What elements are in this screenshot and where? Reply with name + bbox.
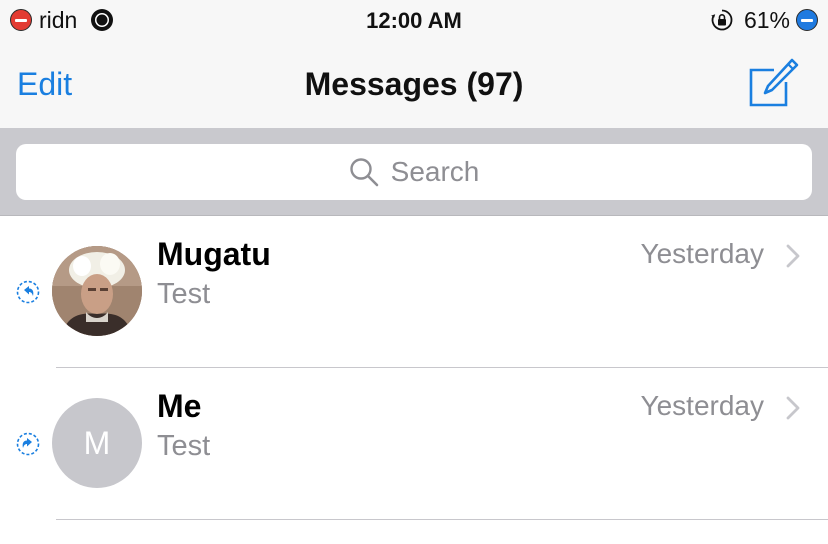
status-bar: ridn 12:00 AM 61% [0, 0, 828, 40]
rotation-lock-icon [711, 9, 733, 31]
avatar-photo-icon [52, 246, 142, 336]
nav-bar: Edit Messages (97) [0, 40, 828, 128]
search-inner: Search [16, 144, 812, 200]
avatar [52, 246, 142, 336]
page-title: Messages (97) [304, 66, 524, 102]
conversation-row[interactable]: M Me Test Yesterday [0, 368, 828, 520]
chevron-right-icon [786, 396, 800, 420]
message-preview: Test [157, 278, 211, 310]
timestamp: Yesterday [640, 238, 765, 269]
compose-icon[interactable] [748, 58, 800, 108]
message-preview: Test [157, 430, 211, 462]
search-icon [349, 158, 378, 187]
search-area: Search [0, 128, 828, 216]
avatar: M [52, 398, 142, 488]
status-time: 12:00 AM [366, 8, 462, 33]
search-input[interactable]: Search [16, 144, 812, 200]
replied-icon [16, 280, 40, 304]
forwarded-icon [16, 432, 40, 456]
blue-status-icon [796, 9, 818, 31]
conversation-row[interactable]: Mugatu Test Yesterday [0, 216, 828, 368]
status-right: 61% [710, 7, 818, 33]
contact-name: Me [157, 388, 202, 424]
contact-name: Mugatu [157, 236, 271, 272]
conversation-row-partial[interactable] [0, 520, 828, 544]
battery-percent: 61% [743, 6, 790, 33]
search-placeholder: Search [390, 156, 480, 187]
chevron-right-icon [786, 244, 800, 268]
timestamp: Yesterday [640, 390, 765, 421]
cut-off-text-icon [157, 540, 387, 544]
